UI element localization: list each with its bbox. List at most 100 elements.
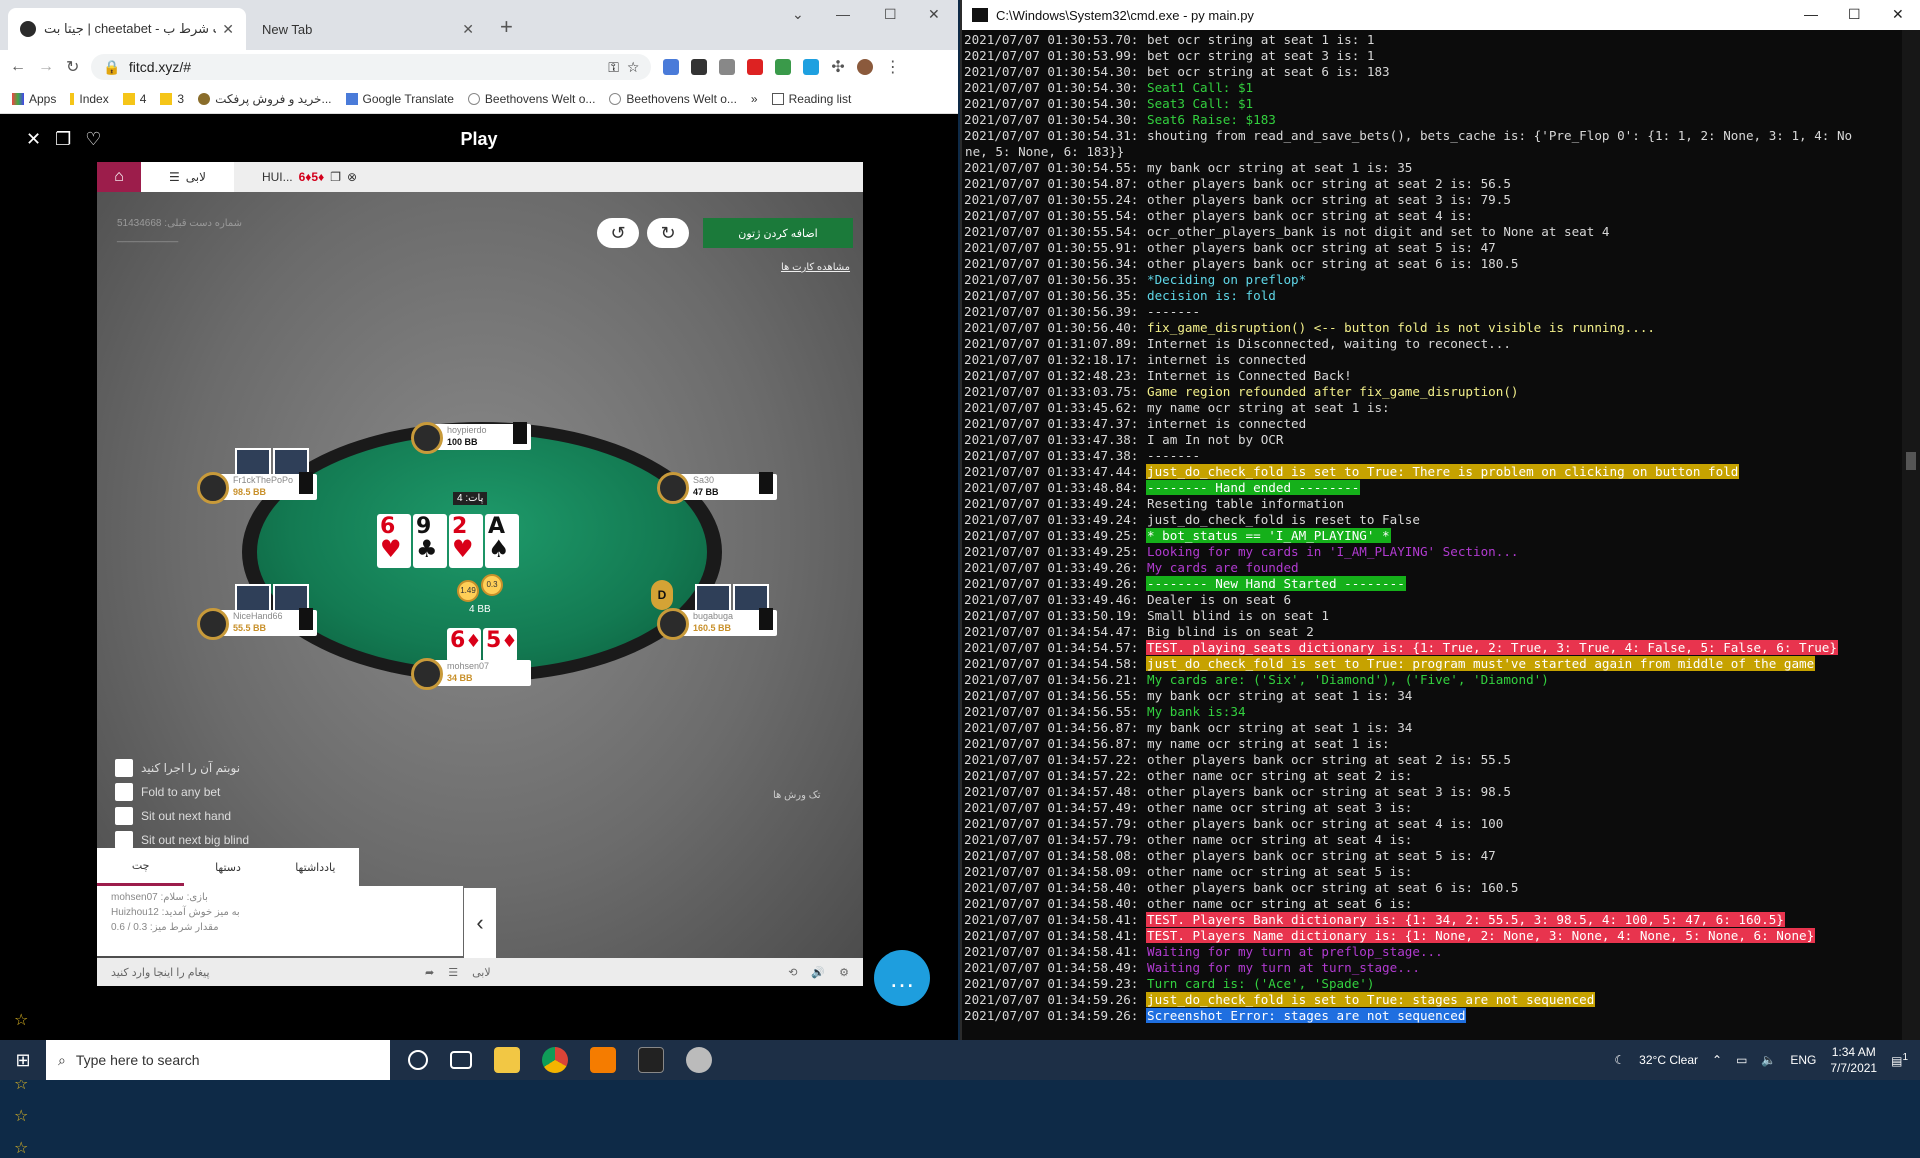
heart-icon[interactable]: ♡ [85,129,101,150]
scrollbar-thumb[interactable] [1906,452,1916,470]
tab-hands[interactable]: دستها [184,848,271,886]
popout-table-icon[interactable]: ❐ [330,170,341,184]
tab-current-game[interactable]: HUI... 6♦5♦ ❐ ⊗ [233,162,386,192]
option-sit-out-next-hand[interactable]: Sit out next hand [115,804,249,828]
seat-top[interactable]: hoypierdo 100 BB [411,422,531,454]
maximize-icon[interactable]: ☐ [884,6,897,23]
language-indicator[interactable]: ENG [1790,1053,1816,1067]
checkbox[interactable] [115,783,133,801]
tab-chat[interactable]: چت [97,848,185,886]
star-icon[interactable]: ☆ [14,1106,28,1126]
seat-right-bottom[interactable]: bugabuga 160.5 BB [657,608,777,640]
back-icon[interactable]: ← [10,58,26,76]
settings-gear-icon[interactable]: ⚙ [839,966,849,979]
home-icon[interactable]: ⌂ [97,162,141,192]
chat-support-bubble-icon[interactable]: … [874,950,930,1006]
bookmark-apps[interactable]: Apps [12,92,56,106]
puzzle-extensions-icon[interactable]: ✣ [831,57,844,77]
popout-icon[interactable]: ❐ [55,129,71,150]
seat-hero[interactable]: mohsen07 34 BB [411,658,531,690]
bookmark-flag-icon[interactable] [299,608,313,630]
rotate-right-icon[interactable]: ↻ [647,218,689,248]
list-icon[interactable]: ☰ [448,966,458,979]
send-icon[interactable]: ➦ [425,966,434,979]
tab-notes[interactable]: یادداشتها [272,848,359,886]
show-cards-link[interactable]: مشاهده کارت ها [781,262,850,273]
bookmark-index[interactable]: Index [70,92,109,106]
star-icon[interactable]: ☆ [14,1138,28,1158]
history-icon[interactable]: ⟲ [788,966,797,979]
bookmark-flag-icon[interactable] [513,422,527,444]
checkbox[interactable] [115,807,133,825]
checkbox[interactable] [115,831,133,849]
bookmark-perfect[interactable]: خرید و فروش پرفکت... [198,92,332,106]
app-icon[interactable] [686,1047,712,1073]
tab-new-tab[interactable]: New Tab ✕ [250,8,486,50]
tray-chevron-icon[interactable]: ⌃ [1712,1053,1722,1067]
reading-list[interactable]: Reading list [771,92,851,106]
taskbar-search[interactable]: ⌕ Type here to search [46,1040,390,1080]
lobby-bottom-label[interactable]: لابی [472,966,491,979]
new-tab-plus-icon[interactable]: + [500,14,513,40]
seat-left-top[interactable]: Fr1ckThePoPo 98.5 BB [197,472,317,504]
bookmark-flag-icon[interactable] [759,608,773,630]
seat-right-top[interactable]: Sa30 47 BB [657,472,777,504]
cortana-icon[interactable] [408,1050,428,1070]
bookmark-flag-icon[interactable] [299,472,313,494]
bookmark-folder-3[interactable]: 3 [160,92,184,106]
seat-left-bottom[interactable]: NiceHand66 55.5 BB [197,608,317,640]
forward-icon[interactable]: → [38,58,54,76]
extension-icon[interactable] [747,59,764,75]
checkbox[interactable] [115,759,133,777]
key-icon[interactable]: ⚿ [608,59,619,76]
chat-input[interactable]: پیغام را اینجا وارد کنید [111,966,411,979]
close-window-icon[interactable]: ✕ [928,6,940,23]
bookmark-folder-4[interactable]: 4 [122,92,146,106]
extension-icon[interactable] [691,59,708,75]
translate-extension-icon[interactable] [663,59,680,75]
close-icon[interactable]: ✕ [26,129,41,150]
rotate-left-icon[interactable]: ↺ [597,218,639,248]
previous-hand-link[interactable]: ___________ [117,232,178,243]
maximize-icon[interactable]: ☐ [1848,6,1861,23]
reload-icon[interactable]: ↻ [66,57,79,77]
bookmark-beethovens-2[interactable]: Beethovens Welt o... [609,92,737,106]
close-tab-icon[interactable]: ✕ [462,21,474,38]
option-fold-to-any-bet[interactable]: Fold to any bet [115,780,249,804]
weather-text[interactable]: 32°C Clear [1639,1053,1698,1067]
minimize-icon[interactable]: — [836,6,850,22]
address-bar[interactable]: 🔒 fitcd.xyz/# ⚿ ☆ [91,54,652,80]
tab-lobby[interactable]: ☰ لابی [141,162,234,192]
tab-search-icon[interactable]: ⌄ [792,6,804,23]
option-run-it[interactable]: نوبتم آن را اجرا کنید [115,756,249,780]
bookmark-beethovens-1[interactable]: Beethovens Welt o... [467,92,595,106]
cmd-taskbar-icon[interactable] [638,1047,664,1073]
windows-start-icon[interactable]: ⊞ [0,1040,46,1080]
close-table-icon[interactable]: ⊗ [347,170,357,184]
minimize-icon[interactable]: — [1804,6,1818,22]
add-chips-button[interactable]: اضافه کردن ژتون [703,218,853,248]
extension-icon[interactable] [775,59,792,75]
file-explorer-icon[interactable] [494,1047,520,1073]
task-view-icon[interactable] [450,1051,472,1069]
close-window-icon[interactable]: ✕ [1892,6,1904,23]
clock[interactable]: 1:34 AM 7/7/2021 [1830,1044,1877,1076]
bookmark-flag-icon[interactable] [759,472,773,494]
sublime-text-icon[interactable] [590,1047,616,1073]
more-bookmarks-icon[interactable]: » [751,92,758,106]
extension-icon[interactable] [803,59,820,75]
close-tab-icon[interactable]: ✕ [222,21,234,38]
tab-cheetabet[interactable]: جیتا بت | cheetabet - سایت شرط ب ✕ [8,8,246,50]
sound-icon[interactable]: 🔊 [811,966,825,979]
console-output[interactable]: 2021/07/07 01:30:53.70: bet ocr string a… [962,30,1902,1040]
menu-kebab-icon[interactable]: ⋮ [885,57,901,77]
extension-icon[interactable] [719,59,736,75]
chevron-left-icon[interactable]: ‹ [464,888,496,958]
volume-icon[interactable]: 🔈 [1761,1053,1776,1067]
star-icon[interactable]: ☆ [14,1010,28,1030]
chrome-icon[interactable] [542,1047,568,1073]
star-bookmark-icon[interactable]: ☆ [627,59,640,76]
notifications-icon[interactable]: ▤1 [1891,1052,1908,1068]
profile-avatar[interactable] [856,59,873,75]
scrollbar[interactable] [1902,30,1920,1040]
